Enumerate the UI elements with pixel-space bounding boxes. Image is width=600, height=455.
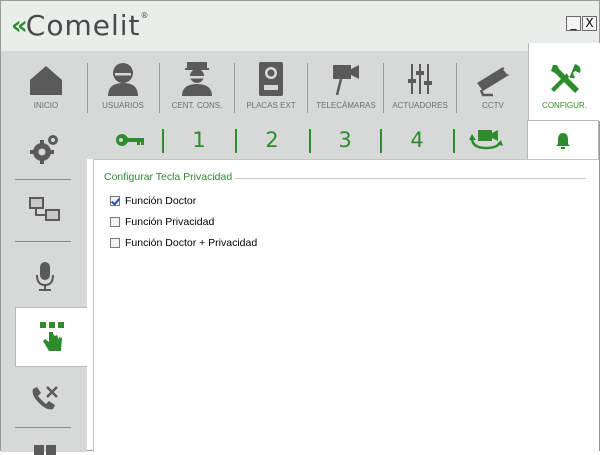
tab-3[interactable]: 3 bbox=[325, 121, 365, 159]
nav-item-actuadores[interactable]: ACTUADORES bbox=[385, 51, 455, 121]
entrance-panel-icon bbox=[259, 62, 283, 96]
group-title: Configurar Tecla Privacidad bbox=[104, 171, 236, 183]
nav-item-telecamaras[interactable]: TELECÁMARAS bbox=[309, 51, 383, 121]
nav-separator bbox=[234, 63, 235, 113]
option-funcion-privacidad[interactable]: Función Privacidad bbox=[110, 216, 214, 228]
logo-mark: « bbox=[11, 10, 28, 41]
nav-label: CCTV bbox=[482, 101, 504, 110]
option-funcion-doctor-privacidad[interactable]: Función Doctor + Privacidad bbox=[110, 237, 257, 249]
option-label: Función Doctor bbox=[125, 195, 197, 207]
close-button[interactable]: X bbox=[582, 16, 597, 31]
option-label: Función Privacidad bbox=[125, 216, 215, 228]
sidebar-separator bbox=[15, 179, 71, 180]
nav-label: INICIO bbox=[33, 101, 59, 110]
sidebar-item-more[interactable] bbox=[15, 435, 75, 455]
nav-separator bbox=[87, 63, 88, 113]
tab-separator bbox=[235, 129, 237, 153]
content-panel: Configurar Tecla Privacidad Función Doct… bbox=[93, 159, 599, 452]
tab-key[interactable] bbox=[109, 121, 151, 159]
nav-label: TELECÁMARAS bbox=[316, 101, 376, 110]
camera-icon bbox=[333, 65, 359, 96]
tab-separator bbox=[453, 129, 455, 153]
tab-bell[interactable] bbox=[527, 120, 599, 160]
nav-label: CENT. CONS. bbox=[171, 101, 223, 110]
nav-separator bbox=[383, 63, 384, 113]
sidebar-separator bbox=[15, 427, 71, 428]
checkbox-funcion-privacidad[interactable] bbox=[110, 217, 120, 227]
phone-tools-icon bbox=[32, 386, 58, 410]
sidebar-item-keypad[interactable] bbox=[15, 307, 87, 367]
bell-icon bbox=[556, 132, 570, 149]
option-funcion-doctor[interactable]: Función Doctor bbox=[110, 195, 196, 207]
minimize-button[interactable]: _ bbox=[566, 16, 581, 31]
nav-item-cctv[interactable]: CCTV bbox=[458, 51, 528, 121]
nav-separator bbox=[307, 63, 308, 113]
keypad-hand-icon bbox=[39, 322, 64, 351]
checkbox-funcion-doctor[interactable] bbox=[110, 196, 120, 206]
nav-item-cent-cons[interactable]: CENT. CONS. bbox=[161, 51, 233, 121]
tab-4[interactable]: 4 bbox=[397, 121, 437, 159]
sidebar-item-phone-tools[interactable] bbox=[15, 375, 75, 421]
key-icon bbox=[116, 134, 144, 146]
sidebar-item-settings[interactable] bbox=[15, 125, 75, 171]
sub-tabs: 1 2 3 4 bbox=[87, 120, 599, 160]
sidebar-item-network[interactable] bbox=[15, 187, 75, 233]
concierge-icon bbox=[182, 62, 212, 96]
nav-label: CONFIGUR. bbox=[542, 101, 587, 110]
nav-item-placas-ext[interactable]: PLACAS EXT bbox=[236, 51, 306, 121]
nav-label: PLACAS EXT bbox=[246, 101, 296, 110]
tab-separator bbox=[309, 129, 311, 153]
gears-icon bbox=[30, 135, 58, 164]
nav-item-inicio[interactable]: INICIO bbox=[7, 51, 85, 121]
tab-separator bbox=[380, 129, 382, 153]
title-bar: « Comelit ® _ X bbox=[1, 1, 599, 51]
logo-registered-mark: ® bbox=[140, 11, 149, 20]
nav-label: ACTUADORES bbox=[392, 101, 448, 110]
actuator-icon bbox=[408, 64, 432, 94]
cctv-icon bbox=[477, 67, 509, 97]
checkbox-funcion-doctor-privacidad[interactable] bbox=[110, 238, 120, 248]
sidebar bbox=[1, 121, 87, 455]
network-monitors-icon bbox=[29, 197, 60, 221]
tab-separator bbox=[162, 129, 164, 153]
nav-label: USUARIOS bbox=[102, 101, 144, 110]
nav-item-configur[interactable]: CONFIGUR. bbox=[528, 43, 600, 121]
sidebar-separator bbox=[15, 241, 71, 242]
tab-1[interactable]: 1 bbox=[179, 121, 219, 159]
camera-cycle-icon bbox=[469, 130, 503, 150]
home-icon bbox=[30, 66, 62, 95]
tools-icon bbox=[550, 64, 580, 93]
tab-2[interactable]: 2 bbox=[252, 121, 292, 159]
nav-separator bbox=[456, 63, 457, 113]
option-label: Función Doctor + Privacidad bbox=[125, 237, 258, 249]
comelit-logo: « Comelit ® bbox=[11, 9, 149, 42]
app-window: « Comelit ® _ X INICIO USUARIOS CENT. CO… bbox=[0, 0, 600, 455]
logo-text: Comelit bbox=[25, 9, 141, 42]
sidebar-item-audio[interactable] bbox=[15, 253, 75, 299]
nav-separator bbox=[159, 63, 160, 113]
storage-icon bbox=[34, 445, 56, 455]
main-nav: INICIO USUARIOS CENT. CONS. PLACAS EXT T… bbox=[1, 43, 600, 121]
microphone-icon bbox=[36, 262, 54, 291]
nav-item-usuarios[interactable]: USUARIOS bbox=[89, 51, 157, 121]
user-icon bbox=[108, 63, 138, 96]
tab-camera-cycle[interactable] bbox=[461, 121, 511, 159]
